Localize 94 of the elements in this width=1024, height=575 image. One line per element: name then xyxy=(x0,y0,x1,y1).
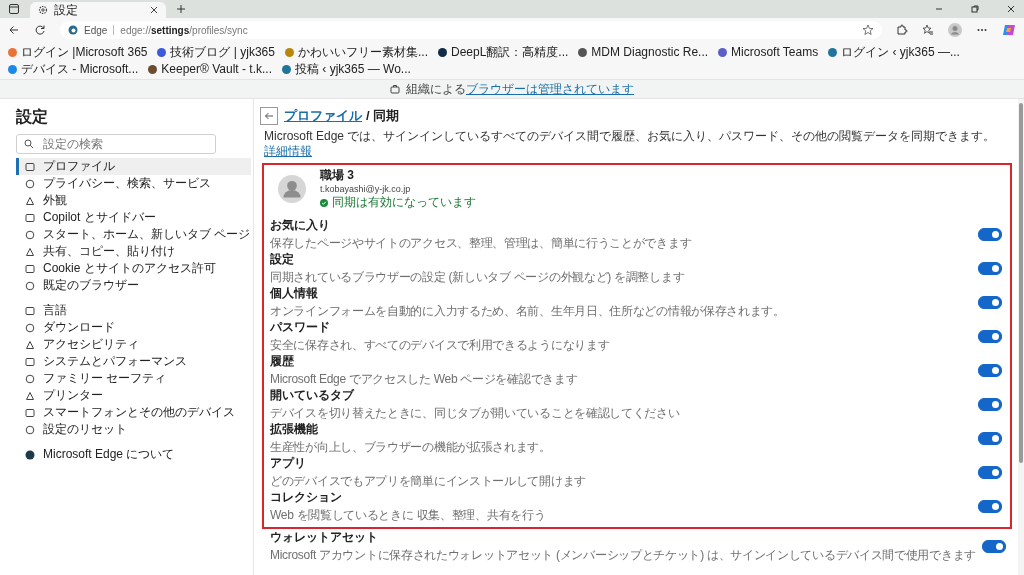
toggle-switch[interactable] xyxy=(978,227,1002,241)
restore-icon[interactable] xyxy=(970,4,980,14)
address-field[interactable]: Edge edge://settings/profiles/sync xyxy=(60,21,882,39)
sidebar-item[interactable]: Copilot とサイドバー xyxy=(16,209,251,226)
learn-more-link[interactable]: 詳細情報 xyxy=(264,144,312,158)
tab-actions-icon[interactable] xyxy=(8,3,20,15)
sync-item-title: お気に入り xyxy=(270,216,331,234)
bookmark-item[interactable]: Keeper® Vault - t.k... xyxy=(148,61,272,77)
sync-item-title: アプリ xyxy=(270,454,307,472)
sync-item-title: 個人情報 xyxy=(270,284,319,302)
sidebar-item[interactable]: ファミリー セーフティ xyxy=(16,370,251,387)
sync-item-description: オンラインフォームを自動的に入力するため、名前、生年月日、住所などの情報が保存されます。 xyxy=(270,302,785,320)
sidebar-item[interactable]: アクセシビリティ xyxy=(16,336,251,353)
breadcrumb-link[interactable]: プロファイル xyxy=(284,107,362,125)
bookmark-item[interactable]: DeepL翻訳：高精度... xyxy=(438,44,569,60)
bookmark-item[interactable]: かわいいフリー素材集... xyxy=(284,44,428,60)
sync-item-description: Web を閲覧しているときに 収集、整理、共有を行う xyxy=(270,506,546,524)
sync-item-title: パスワード xyxy=(270,318,331,336)
search-field[interactable]: 設定の検索 xyxy=(16,134,216,154)
sync-status: 同期は有効になっています xyxy=(332,194,476,211)
sync-item-title: 履歴 xyxy=(270,352,295,370)
profile-name: 職場 3 xyxy=(320,167,355,184)
sync-item-description: 生産性が向上し、ブラウザーの機能が拡張されます。 xyxy=(270,438,551,456)
avatar-icon[interactable] xyxy=(948,23,962,37)
browser-tab[interactable]: 設定 xyxy=(30,2,166,18)
sync-item-title: ウォレットアセット xyxy=(270,528,379,546)
toggle-switch[interactable] xyxy=(978,431,1002,445)
sync-item-description: どのデバイスでもアプリを簡単にインストールして開けます xyxy=(270,472,586,490)
sidebar-item[interactable]: 設定のリセット xyxy=(16,421,251,438)
managed-link[interactable]: ブラウザーは管理されています xyxy=(466,81,634,96)
profile-email: t.kobayashi@y-jk.co.jp xyxy=(320,184,412,194)
bookmark-item[interactable]: デバイス - Microsoft... xyxy=(8,61,139,77)
sidebar-item[interactable]: プロファイル xyxy=(16,158,251,175)
back-arrow-icon[interactable] xyxy=(8,24,20,36)
sidebar-item[interactable]: 既定のブラウザー xyxy=(16,277,251,294)
sidebar-item[interactable]: ダウンロード xyxy=(16,319,251,336)
bookmark-item[interactable]: Microsoft Teams xyxy=(718,44,819,60)
sidebar-item[interactable]: スタート、ホーム、新しいタブ ページ xyxy=(16,226,251,243)
sync-item-title: 設定 xyxy=(270,250,295,268)
sidebar-item[interactable]: システムとパフォーマンス xyxy=(16,353,251,370)
sidebar-item[interactable]: Microsoft Edge について xyxy=(16,446,251,463)
bookmark-item[interactable]: 投稿 ‹ yjk365 — Wo... xyxy=(282,61,411,77)
sidebar-item[interactable]: Cookie とサイトのアクセス許可 xyxy=(16,260,251,277)
sync-item-description: Microsoft アカウントに保存されたウォレットアセット (メンバーシップとチケット) は、サインインしているデバイス間で使用できます xyxy=(270,546,976,564)
toggle-switch[interactable] xyxy=(978,363,1002,377)
sidebar-title: 設定 xyxy=(16,107,49,127)
toggle-switch[interactable] xyxy=(978,329,1002,343)
sync-item-description: 同期されているブラウザーの設定 (新しいタブ ページの外観など) を調整します xyxy=(270,268,685,286)
sidebar-item[interactable]: プライバシー、検索、サービス xyxy=(16,175,251,192)
sync-item-description: デバイスを切り替えたときに、同じタブが開いていることを確認してください xyxy=(270,404,680,422)
briefcase-icon xyxy=(390,84,400,94)
copilot-icon[interactable] xyxy=(1002,23,1016,37)
bookmark-item[interactable]: ログイン ‹ yjk365 —... xyxy=(828,44,960,60)
toggle-switch[interactable] xyxy=(982,539,1006,553)
sidebar-item[interactable]: 外観 xyxy=(16,192,251,209)
page-description: Microsoft Edge では、サインインしているすべてのデバイス間で履歴、お気に入り、パスワード、その他の閲覧データを同期できます。 詳細情報 xyxy=(264,129,997,159)
puzzle-icon[interactable] xyxy=(896,24,908,36)
refresh-icon[interactable] xyxy=(34,24,46,36)
sync-item-description: 安全に保存され、すべてのデバイスで利用できるようになります xyxy=(270,336,610,354)
back-arrow-icon xyxy=(264,111,274,121)
tab-title: 設定 xyxy=(54,1,79,19)
managed-notice: 組織によるブラウザーは管理されています xyxy=(406,80,634,98)
bookmark-item[interactable]: 技術ブログ | yjk365 xyxy=(157,44,275,60)
avatar-icon xyxy=(278,175,306,203)
sync-item-title: 開いているタブ xyxy=(270,386,356,404)
star-icon[interactable] xyxy=(862,24,874,36)
new-tab-icon[interactable] xyxy=(176,4,186,14)
bookmark-item[interactable]: ログイン |Microsoft 365 xyxy=(8,44,148,60)
close-icon[interactable] xyxy=(150,6,158,14)
toggle-switch[interactable] xyxy=(978,499,1002,513)
sync-item-description: 保存したページやサイトのアクセス、整理、管理は、簡単に行うことができます xyxy=(270,234,692,252)
site-label: Edge xyxy=(84,24,108,36)
page-title: / 同期 xyxy=(366,107,400,125)
url-text: edge://settings/profiles/sync xyxy=(120,24,248,36)
sidebar-item[interactable]: プリンター xyxy=(16,387,251,404)
scrollbar[interactable] xyxy=(1018,99,1024,575)
bookmark-item[interactable]: MDM Diagnostic Re... xyxy=(578,44,709,60)
sidebar-item[interactable]: 言語 xyxy=(16,302,251,319)
gear-icon xyxy=(38,5,48,15)
sidebar-item[interactable]: スマートフォンとその他のデバイス xyxy=(16,404,251,421)
toggle-switch[interactable] xyxy=(978,261,1002,275)
sidebar-item[interactable]: 共有、コピー、貼り付け xyxy=(16,243,251,260)
check-circle-icon xyxy=(320,198,328,207)
close-icon[interactable] xyxy=(1006,4,1016,14)
sync-item-title: 拡張機能 xyxy=(270,420,319,438)
edge-logo-icon xyxy=(25,449,35,460)
toggle-switch[interactable] xyxy=(978,465,1002,479)
sync-item-title: コレクション xyxy=(270,488,343,506)
sync-item-description: Microsoft Edge でアクセスした Web ページを確認できます xyxy=(270,370,578,388)
toggle-switch[interactable] xyxy=(978,397,1002,411)
back-button[interactable] xyxy=(260,107,278,125)
toggle-switch[interactable] xyxy=(978,295,1002,309)
edge-logo-icon xyxy=(68,25,78,35)
favorites-icon[interactable] xyxy=(922,24,934,36)
